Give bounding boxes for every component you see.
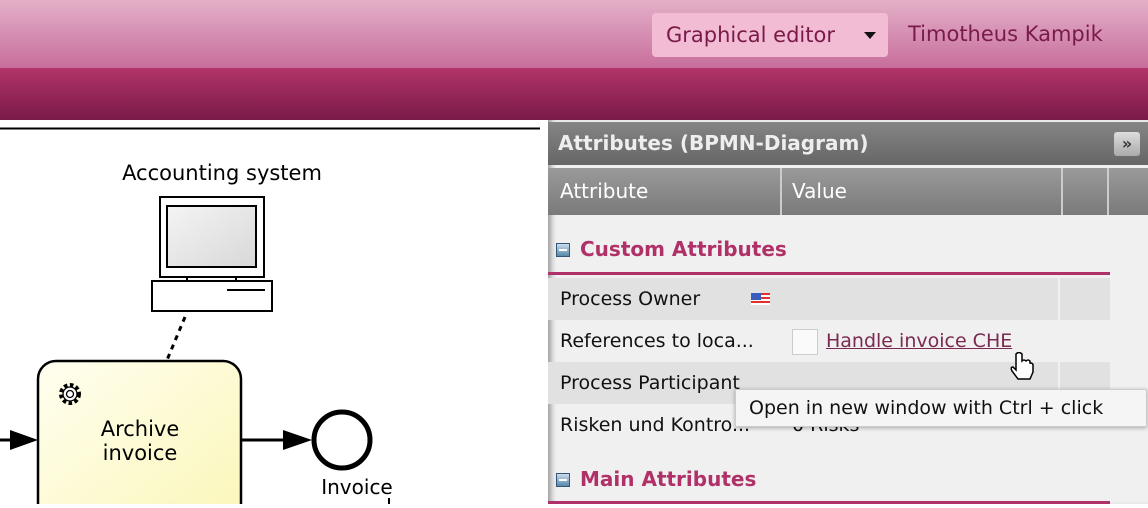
view-selector-dropdown[interactable]: Graphical editor [652, 13, 888, 57]
view-selector-label: Graphical editor [666, 23, 835, 47]
end-event[interactable] [311, 409, 373, 471]
process-model-icon [792, 329, 818, 355]
collapse-icon [556, 473, 570, 487]
handle-invoice-link[interactable]: Handle invoice CHE [826, 320, 1012, 362]
arrow-head [283, 430, 312, 450]
top-header: Graphical editor Timotheus Kampik [0, 0, 1148, 68]
section-divider [548, 272, 1110, 275]
association-line [165, 316, 187, 361]
task-archive-invoice[interactable]: Archive invoice [36, 359, 243, 508]
tooltip: Open in new window with Ctrl + click [735, 389, 1147, 427]
table-header: Attribute Value [548, 168, 1148, 215]
task-label: Archive [101, 417, 180, 441]
computer-icon[interactable] [151, 196, 273, 312]
us-flag-icon [751, 293, 770, 305]
user-name[interactable]: Timotheus Kampik [908, 22, 1103, 46]
attributes-panel: Attributes (BPMN-Diagram) » Attribute Va… [548, 120, 1148, 504]
section-main-attributes[interactable]: Main Attributes [556, 467, 756, 491]
toolbar-band [0, 68, 1148, 167]
table-row[interactable]: Process Owner [548, 278, 1110, 320]
column-value[interactable]: Value [780, 168, 847, 215]
system-label: Accounting system [122, 161, 322, 185]
section-custom-attributes[interactable]: Custom Attributes [556, 237, 787, 261]
column-attribute[interactable]: Attribute [560, 168, 648, 215]
column-divider [1061, 168, 1063, 215]
diagram-canvas[interactable]: Accounting system Archive invoice Invoic… [0, 120, 548, 508]
panel-title: Attributes (BPMN-Diagram) » [548, 122, 1148, 165]
task-label-2: invoice [103, 441, 178, 465]
arrow-head [10, 430, 38, 450]
end-event-label: Invoice [321, 475, 393, 499]
chevron-down-icon [864, 32, 876, 39]
column-divider [1107, 168, 1109, 215]
collapse-icon [556, 243, 570, 257]
hand-cursor-icon [1010, 352, 1034, 380]
collapse-panel-button[interactable]: » [1114, 132, 1140, 156]
